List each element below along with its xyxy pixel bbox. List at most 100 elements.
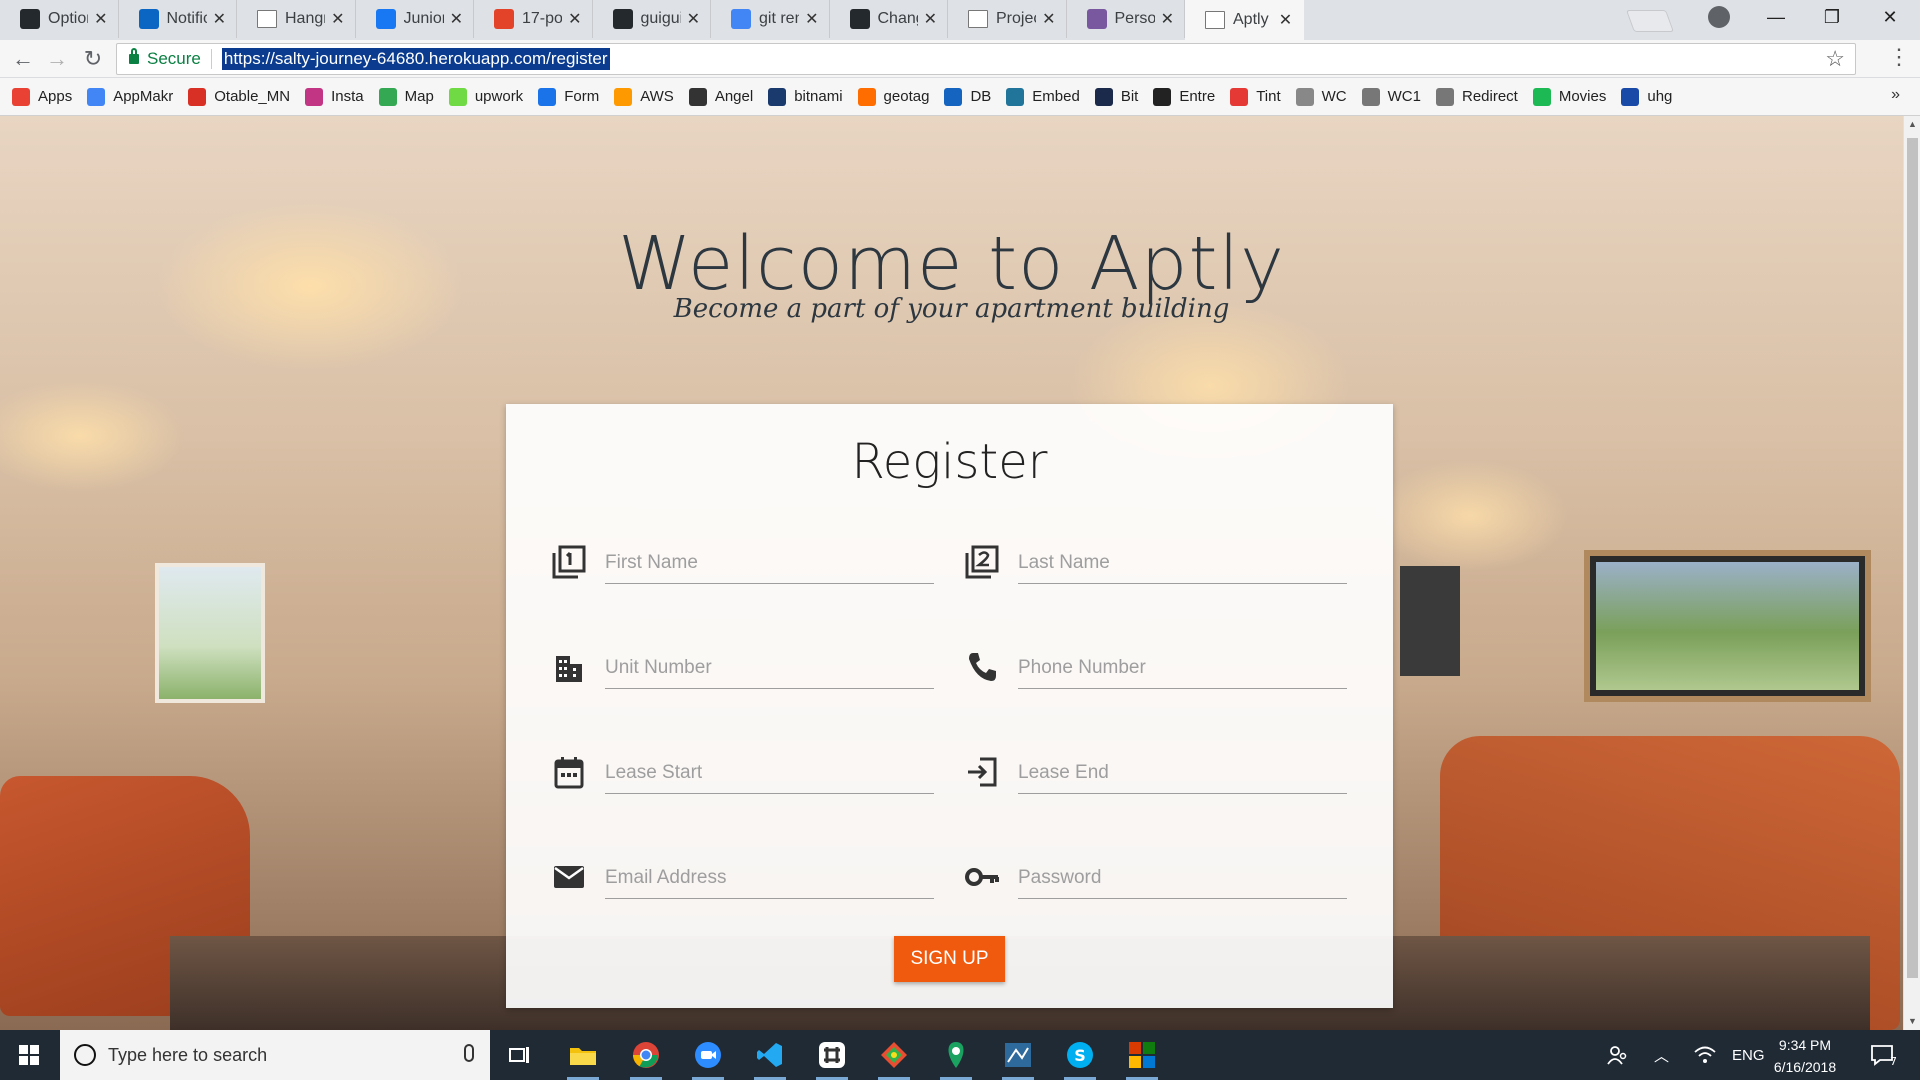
browser-tab[interactable]: Notification ✕ bbox=[119, 0, 237, 38]
github-icon bbox=[849, 9, 870, 29]
forward-icon[interactable]: → bbox=[42, 44, 72, 74]
browser-tab[interactable]: git remote ✕ bbox=[711, 0, 830, 38]
scroll-down-icon[interactable]: ▼ bbox=[1904, 1013, 1920, 1030]
bookmark-item[interactable]: Movies bbox=[1532, 87, 1606, 106]
close-tab-icon[interactable]: ✕ bbox=[687, 9, 700, 29]
bookmark-item[interactable]: DB bbox=[944, 87, 991, 106]
browser-tab[interactable]: Project2 | a ✕ bbox=[948, 0, 1067, 38]
bookmark-item[interactable]: Otable_MN bbox=[188, 87, 290, 106]
close-tab-icon[interactable]: ✕ bbox=[1278, 10, 1294, 30]
bookmark-favicon-icon bbox=[1435, 87, 1454, 106]
browser-tab[interactable]: Changing ✕ bbox=[830, 0, 948, 38]
close-window-icon[interactable]: ✕ bbox=[1862, 0, 1918, 34]
browser-tab[interactable]: Aptly ✕ bbox=[1185, 0, 1304, 40]
bookmark-item[interactable]: Insta bbox=[305, 87, 364, 106]
close-tab-icon[interactable]: ✕ bbox=[568, 9, 581, 29]
bookmark-item[interactable]: AppMakr bbox=[87, 87, 173, 106]
lease-end-input[interactable] bbox=[1018, 752, 1347, 794]
bookmark-item[interactable]: Apps bbox=[12, 87, 72, 106]
bookmark-item[interactable]: AWS bbox=[614, 87, 674, 106]
close-tab-icon[interactable]: ✕ bbox=[1161, 9, 1174, 29]
address-bar[interactable]: Secure https://salty-journey-64680.herok… bbox=[116, 43, 1856, 75]
lease-end-field bbox=[964, 742, 1349, 802]
url-text[interactable]: https://salty-journey-64680.herokuapp.co… bbox=[221, 48, 610, 70]
browser-menu-icon[interactable]: ⋮ bbox=[1888, 44, 1910, 70]
bookmark-item[interactable]: upwork bbox=[448, 87, 524, 106]
action-center-icon[interactable]: 7 bbox=[1870, 1030, 1896, 1080]
file-explorer-icon[interactable] bbox=[561, 1035, 605, 1080]
browser-tab[interactable]: 17-portfoli ✕ bbox=[474, 0, 593, 38]
close-tab-icon[interactable]: ✕ bbox=[331, 9, 344, 29]
close-tab-icon[interactable]: ✕ bbox=[94, 9, 107, 29]
unit-number-input[interactable] bbox=[605, 647, 934, 689]
bookmark-item[interactable]: uhg bbox=[1621, 87, 1672, 106]
minimize-icon[interactable]: — bbox=[1748, 0, 1804, 34]
maximize-icon[interactable]: ❐ bbox=[1804, 0, 1860, 34]
bookmark-item[interactable]: Redirect bbox=[1435, 87, 1518, 106]
bookmark-item[interactable]: bitnami bbox=[768, 87, 843, 106]
bookmark-favicon-icon bbox=[1361, 87, 1380, 106]
task-view-icon[interactable] bbox=[498, 1035, 542, 1075]
browser-tab[interactable]: Junior Full ✕ bbox=[356, 0, 474, 38]
mysql-workbench-icon[interactable] bbox=[996, 1035, 1040, 1080]
bookmark-item[interactable]: Bit bbox=[1094, 87, 1138, 106]
unit-number-field bbox=[551, 637, 936, 697]
browser-tab[interactable]: guiguipp/ ✕ bbox=[593, 0, 711, 38]
bookmark-item[interactable]: geotag bbox=[857, 87, 929, 106]
zoom-icon[interactable] bbox=[686, 1035, 730, 1080]
scroll-thumb[interactable] bbox=[1907, 138, 1918, 978]
system-clock[interactable]: 9:34 PM 6/16/2018 bbox=[1760, 1034, 1850, 1078]
page-scrollbar[interactable]: ▲ ▼ bbox=[1903, 116, 1920, 1030]
back-icon[interactable]: ← bbox=[8, 44, 38, 74]
close-tab-icon[interactable]: ✕ bbox=[805, 9, 818, 29]
bookmark-item[interactable]: Embed bbox=[1006, 87, 1080, 106]
tray-expand-icon[interactable]: ︿ bbox=[1654, 1030, 1669, 1080]
gitkraken-icon[interactable] bbox=[872, 1035, 916, 1080]
bookmarks-overflow-icon[interactable]: » bbox=[1891, 86, 1900, 104]
reload-icon[interactable]: ↻ bbox=[78, 44, 108, 74]
vscode-icon[interactable] bbox=[748, 1035, 792, 1080]
sourcetree-icon[interactable] bbox=[934, 1035, 978, 1080]
bookmark-item[interactable]: Entre bbox=[1153, 87, 1215, 106]
close-tab-icon[interactable]: ✕ bbox=[450, 9, 463, 29]
bookmark-item[interactable]: Angel bbox=[688, 87, 753, 106]
close-tab-icon[interactable]: ✕ bbox=[1042, 9, 1055, 29]
browser-tab[interactable]: Personal a ✕ bbox=[1067, 0, 1185, 38]
email-input[interactable] bbox=[605, 857, 934, 899]
last-name-input[interactable] bbox=[1018, 542, 1347, 584]
microphone-icon[interactable] bbox=[464, 1044, 474, 1062]
bookmark-star-icon[interactable]: ☆ bbox=[1825, 46, 1845, 72]
taskbar-search-placeholder: Type here to search bbox=[108, 1044, 268, 1065]
bookmark-item[interactable]: WC1 bbox=[1361, 87, 1421, 106]
email-field bbox=[551, 847, 936, 907]
slack-icon[interactable] bbox=[810, 1035, 854, 1080]
people-icon[interactable] bbox=[1606, 1030, 1628, 1080]
bookmark-item[interactable]: Map bbox=[378, 87, 434, 106]
password-input[interactable] bbox=[1018, 857, 1347, 899]
sign-up-button[interactable]: SIGN UP bbox=[894, 936, 1005, 982]
first-name-input[interactable] bbox=[605, 542, 934, 584]
bookmark-item[interactable]: WC bbox=[1295, 87, 1347, 106]
phone-number-input[interactable] bbox=[1018, 647, 1347, 689]
wifi-icon[interactable] bbox=[1694, 1030, 1716, 1080]
lease-start-field bbox=[551, 742, 936, 802]
close-tab-icon[interactable]: ✕ bbox=[213, 9, 226, 29]
new-tab-button[interactable] bbox=[1625, 10, 1675, 32]
bookmark-item[interactable]: Tint bbox=[1230, 87, 1281, 106]
windows-start-icon[interactable] bbox=[0, 1030, 58, 1080]
lease-start-input[interactable] bbox=[605, 752, 934, 794]
scroll-up-icon[interactable]: ▲ bbox=[1904, 116, 1920, 133]
bookmark-label: upwork bbox=[474, 88, 524, 105]
taskbar-search-box[interactable]: Type here to search bbox=[60, 1030, 490, 1080]
browser-tab[interactable]: Options ✕ bbox=[0, 0, 119, 38]
browser-tab[interactable]: Hangman ✕ bbox=[237, 0, 356, 38]
profile-icon[interactable] bbox=[1708, 6, 1730, 28]
office-apps-icon[interactable] bbox=[1120, 1035, 1164, 1080]
chrome-icon[interactable] bbox=[624, 1035, 668, 1080]
browser-tab-strip: Options✕Notification✕Hangman✕Junior Full… bbox=[0, 0, 1920, 40]
skype-icon[interactable]: S bbox=[1058, 1035, 1102, 1080]
page-viewport: Welcome to Aptly Become a part of your a… bbox=[0, 116, 1903, 1030]
github-icon bbox=[612, 9, 633, 29]
bookmark-item[interactable]: Form bbox=[538, 87, 599, 106]
close-tab-icon[interactable]: ✕ bbox=[924, 9, 937, 29]
